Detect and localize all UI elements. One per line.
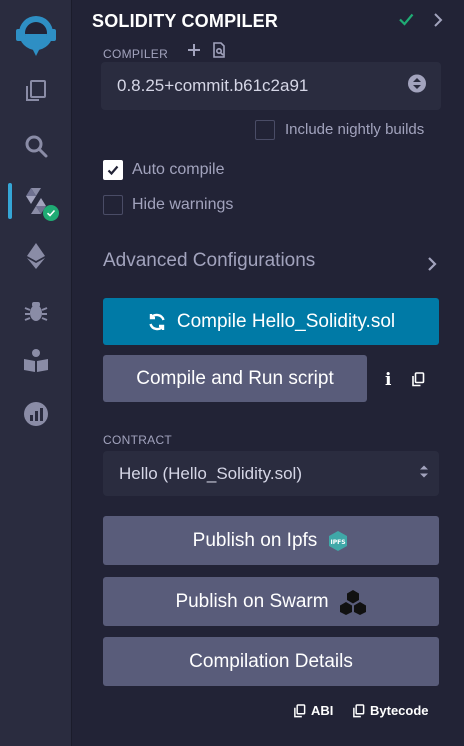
include-nightly-checkbox[interactable] xyxy=(255,120,275,140)
compiler-version-value: 0.8.25+commit.b61c2a91 xyxy=(117,76,309,95)
compile-button[interactable]: Compile Hello_Solidity.sol xyxy=(103,298,439,345)
contract-label: CONTRACT xyxy=(103,433,173,447)
compiler-label: COMPILER xyxy=(103,47,169,61)
publish-swarm-label: Publish on Swarm xyxy=(175,590,329,612)
bytecode-label: Bytecode xyxy=(370,703,429,718)
publish-ipfs-label: Publish on Ipfs xyxy=(192,529,318,551)
remix-logo-icon[interactable] xyxy=(0,12,72,58)
hide-warnings-checkbox[interactable] xyxy=(103,195,123,215)
copy-icon xyxy=(294,703,306,717)
compile-and-run-label: Compile and Run script xyxy=(136,367,334,389)
solidity-compiler-icon[interactable] xyxy=(0,181,72,221)
advanced-configurations-toggle[interactable]: Advanced Configurations xyxy=(103,250,315,272)
compile-and-run-button[interactable]: Compile and Run script xyxy=(103,355,367,402)
publish-ipfs-button[interactable]: Publish on Ipfs IPFS xyxy=(103,516,439,565)
include-nightly-label: Include nightly builds xyxy=(285,121,425,138)
copy-icon[interactable] xyxy=(411,372,425,392)
svg-text:IPFS: IPFS xyxy=(331,539,346,546)
compilation-details-button[interactable]: Compilation Details xyxy=(103,637,439,686)
ethereum-icon[interactable] xyxy=(0,236,72,276)
file-explorer-icon[interactable] xyxy=(0,71,72,111)
copy-bytecode-button[interactable]: Bytecode xyxy=(352,703,429,718)
ipfs-icon: IPFS xyxy=(327,530,349,552)
chevron-right-icon[interactable] xyxy=(431,12,445,33)
auto-compile-label: Auto compile xyxy=(132,161,225,178)
compiled-check-icon xyxy=(397,10,415,33)
abi-label: ABI xyxy=(311,703,334,718)
sync-icon xyxy=(147,312,167,332)
add-compiler-icon[interactable] xyxy=(186,42,202,63)
copy-icon xyxy=(353,703,365,717)
solidity-compiler-panel: SOLIDITY COMPILER COMPILER 0.8.25+commit… xyxy=(73,0,464,746)
bug-icon[interactable] xyxy=(0,291,72,331)
search-icon[interactable] xyxy=(0,126,72,166)
compiler-version-select[interactable]: 0.8.25+commit.b61c2a91 xyxy=(101,62,441,110)
info-icon[interactable]: i xyxy=(385,370,391,390)
checkmark-icon xyxy=(107,165,119,176)
compiled-check-badge xyxy=(43,205,59,221)
compile-button-label: Compile Hello_Solidity.sol xyxy=(176,310,396,332)
swarm-icon xyxy=(339,588,367,616)
select-arrows-icon xyxy=(419,463,429,484)
analytics-icon[interactable] xyxy=(0,394,72,434)
panel-title: SOLIDITY COMPILER xyxy=(92,11,279,31)
publish-swarm-button[interactable]: Publish on Swarm xyxy=(103,577,439,626)
hide-warnings-label: Hide warnings xyxy=(132,196,234,213)
advanced-chevron-right-icon[interactable] xyxy=(426,255,438,278)
select-arrows-icon xyxy=(407,74,427,99)
custom-compiler-file-icon[interactable] xyxy=(211,42,227,64)
book-icon[interactable] xyxy=(0,340,72,380)
contract-select[interactable]: Hello (Hello_Solidity.sol) xyxy=(103,451,439,496)
icon-panel xyxy=(0,0,72,746)
contract-select-value: Hello (Hello_Solidity.sol) xyxy=(119,463,302,483)
auto-compile-checkbox[interactable] xyxy=(103,160,123,180)
compilation-details-label: Compilation Details xyxy=(189,650,353,672)
copy-abi-button[interactable]: ABI xyxy=(293,703,333,718)
